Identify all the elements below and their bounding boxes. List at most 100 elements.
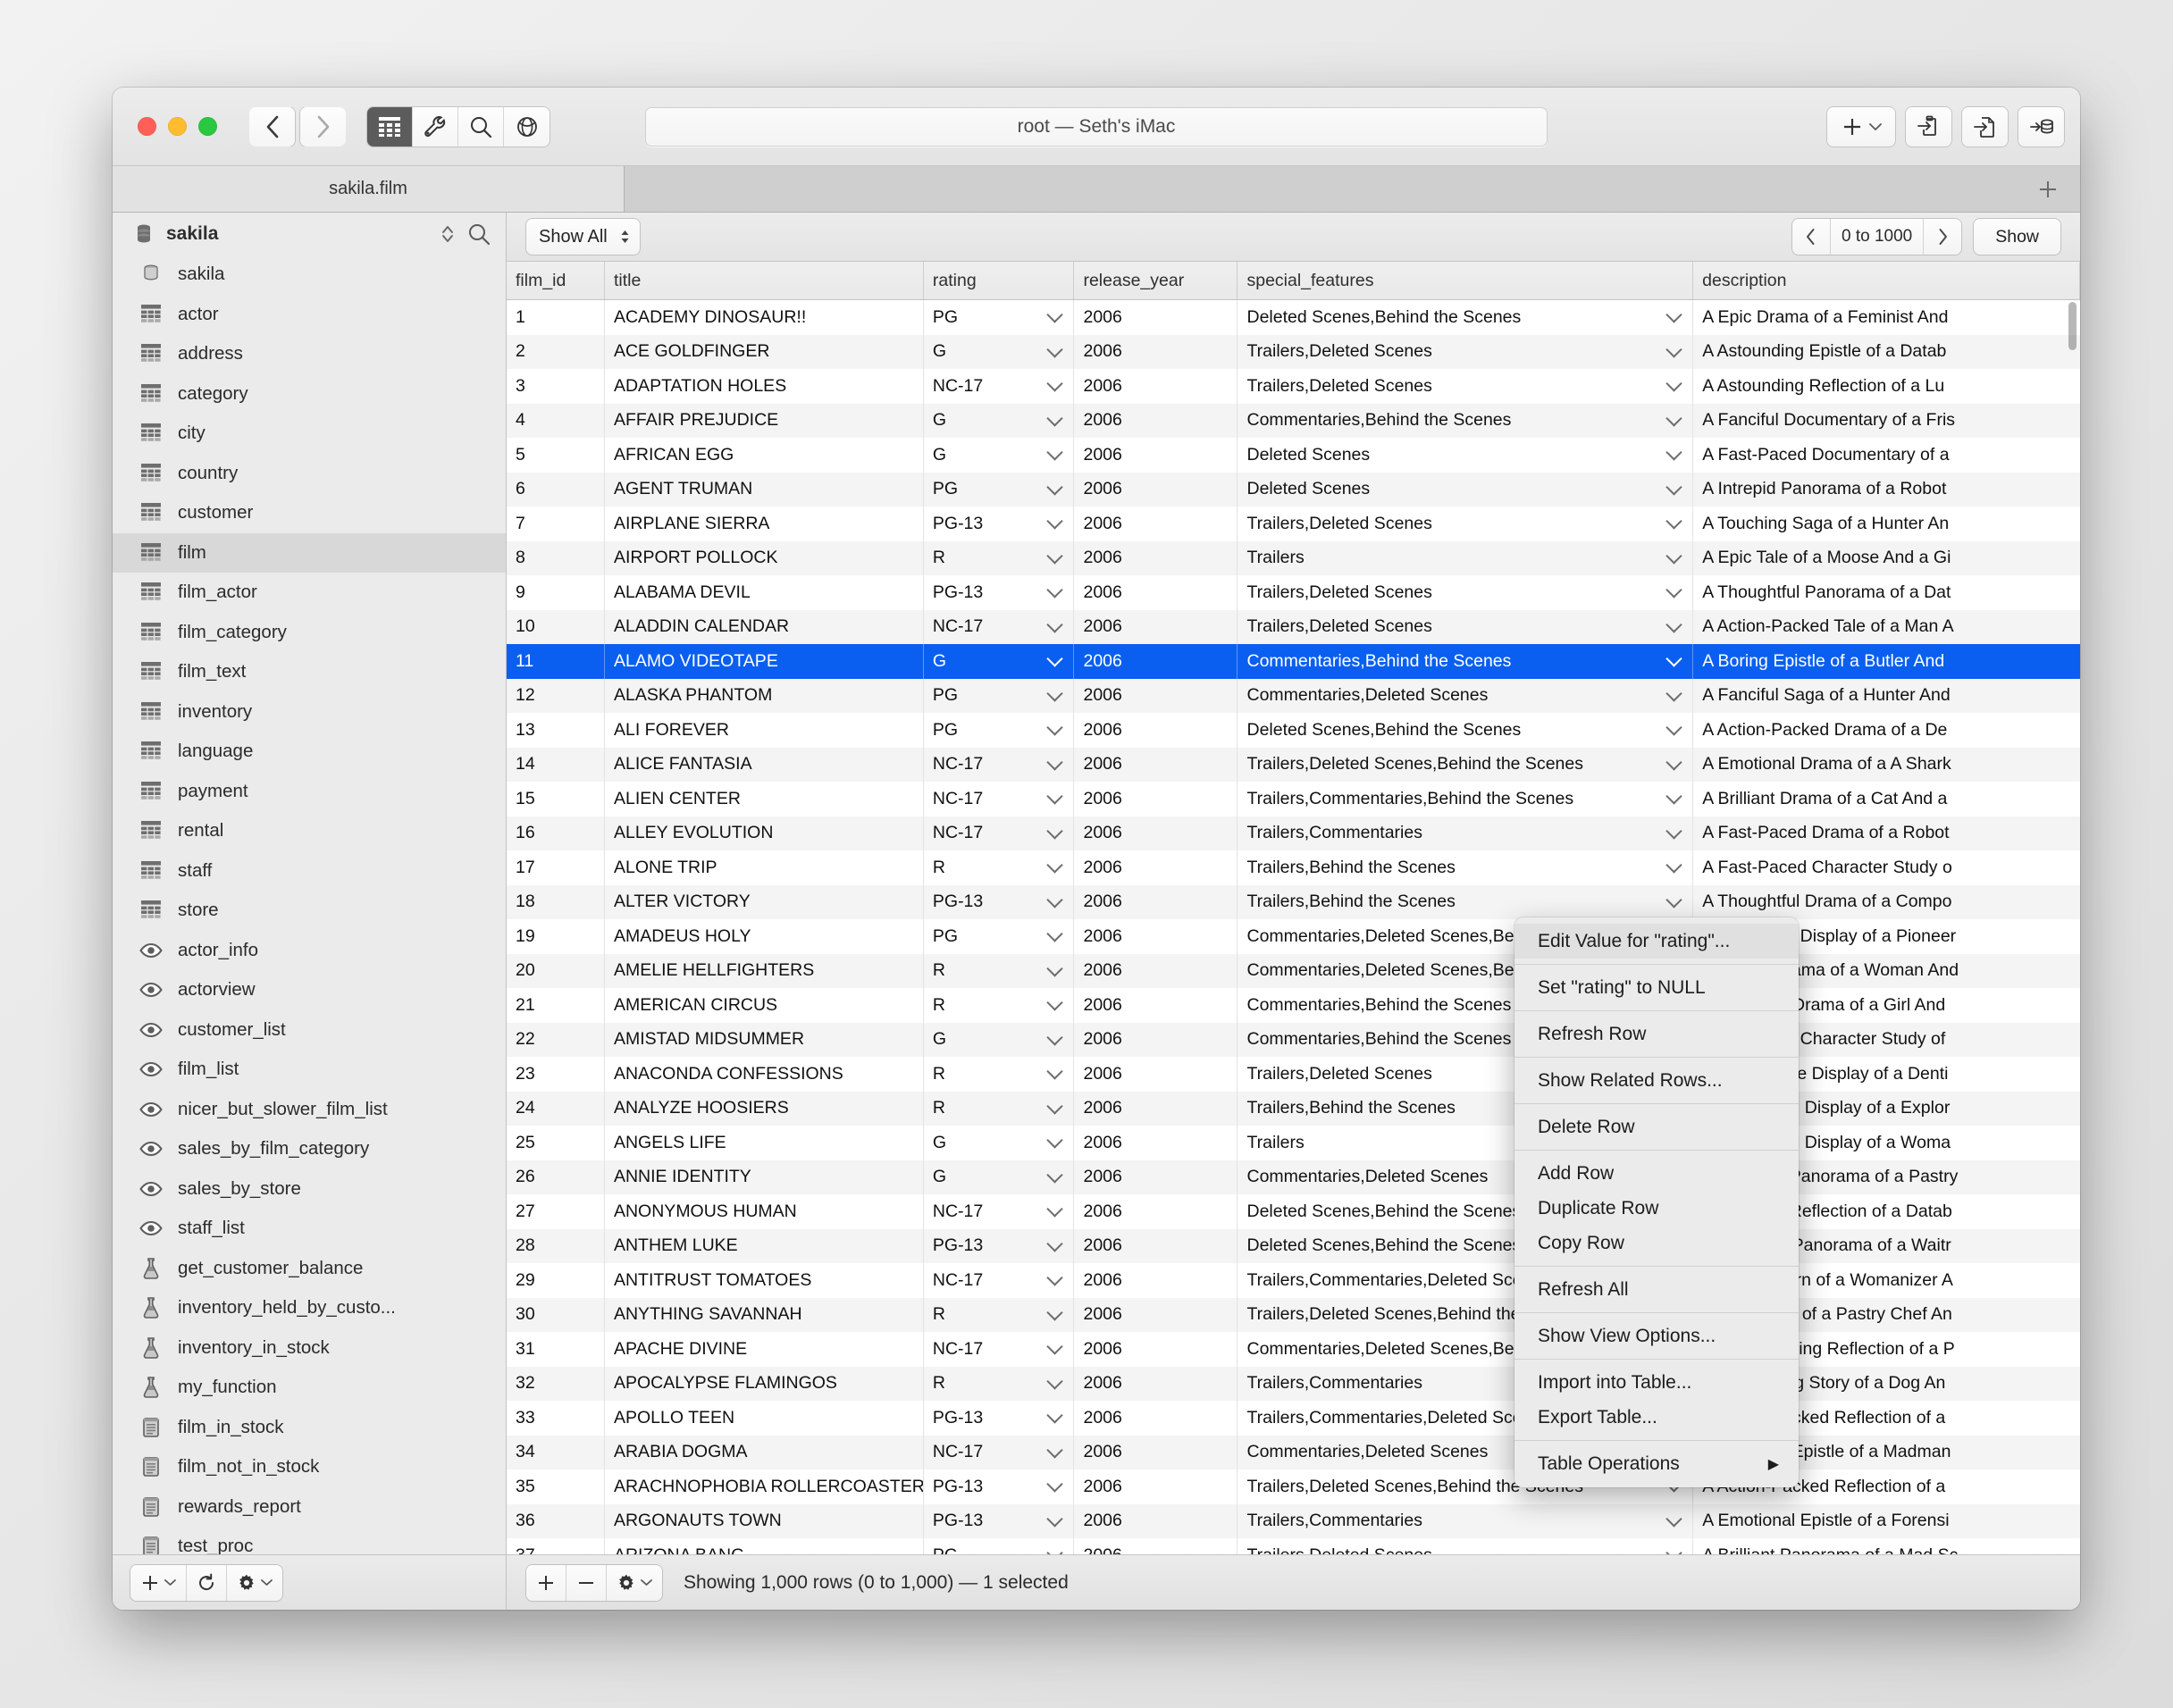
cell-film_id[interactable]: 35 — [507, 1469, 605, 1504]
cell-film_id[interactable]: 20 — [507, 953, 605, 988]
cell-description[interactable]: A Brilliant Drama of a Cat And a — [1693, 782, 2080, 816]
cell-film_id[interactable]: 26 — [507, 1160, 605, 1194]
cell-rating[interactable]: PG — [924, 472, 1075, 507]
menu-item-refresh-all[interactable]: Refresh All — [1514, 1272, 1799, 1307]
cell-film_id[interactable]: 31 — [507, 1332, 605, 1367]
search-icon[interactable] — [466, 222, 491, 247]
cell-rating[interactable]: G — [924, 1022, 1075, 1057]
menu-item-duplicate-row[interactable]: Duplicate Row — [1514, 1191, 1799, 1226]
cell-film_id[interactable]: 22 — [507, 1022, 605, 1057]
cell-rating[interactable]: R — [924, 1366, 1075, 1401]
menu-item-show-view-options[interactable]: Show View Options... — [1514, 1319, 1799, 1353]
table-row[interactable]: 5 AFRICAN EGG G 2006 Deleted Scenes A Fast-Pa… — [507, 438, 2080, 473]
cell-special_features[interactable]: Trailers,Deleted Scenes — [1238, 507, 1694, 541]
grid-body[interactable]: 1 ACADEMY DINOSAUR!! PG 2006 Deleted Scenes,… — [507, 300, 2080, 1554]
cell-description[interactable]: A Epic Drama of a Feminist And — [1693, 300, 2080, 335]
menu-item-table-operations[interactable]: Table Operations ▶ — [1514, 1446, 1799, 1481]
table-row[interactable]: 29 ANTITRUST TOMATOES NC-17 2006 Trailers,Co… — [507, 1263, 2080, 1298]
sidebar-item-actor_info[interactable]: actor_info — [113, 931, 506, 971]
cell-title[interactable]: ALICE FANTASIA — [605, 747, 924, 782]
sidebar-item-test_proc[interactable]: test_proc — [113, 1527, 506, 1554]
cell-film_id[interactable]: 8 — [507, 540, 605, 575]
cell-rating[interactable]: PG-13 — [924, 575, 1075, 610]
sidebar-item-inventory_in_stock[interactable]: inventory_in_stock — [113, 1328, 506, 1369]
cell-title[interactable]: APACHE DIVINE — [605, 1332, 924, 1367]
refresh-objects-button[interactable] — [187, 1564, 227, 1601]
cell-rating[interactable]: PG-13 — [924, 1503, 1075, 1538]
cell-rating[interactable]: R — [924, 540, 1075, 575]
cell-description[interactable]: A Astounding Epistle of a Datab — [1693, 335, 2080, 370]
cell-description[interactable]: A Fast-Paced Documentary of a — [1693, 438, 2080, 473]
sidebar-item-nicer_but_slower_film_list[interactable]: nicer_but_slower_film_list — [113, 1090, 506, 1130]
column-header-rating[interactable]: rating — [924, 262, 1075, 299]
cell-description[interactable]: A Fast-Paced Character Study o — [1693, 850, 2080, 885]
cell-release_year[interactable]: 2006 — [1074, 816, 1238, 850]
cell-release_year[interactable]: 2006 — [1074, 919, 1238, 954]
structure-view-button[interactable] — [413, 106, 458, 147]
cell-release_year[interactable]: 2006 — [1074, 472, 1238, 507]
cell-description[interactable]: A Astounding Reflection of a Lu — [1693, 369, 2080, 404]
cell-release_year[interactable]: 2006 — [1074, 1022, 1238, 1057]
cell-title[interactable]: AMERICAN CIRCUS — [605, 988, 924, 1023]
sidebar-item-sakila[interactable]: sakila — [113, 255, 506, 295]
cell-title[interactable]: ACADEMY DINOSAUR!! — [605, 300, 924, 335]
sidebar-item-film_category[interactable]: film_category — [113, 613, 506, 653]
cell-release_year[interactable]: 2006 — [1074, 1503, 1238, 1538]
table-row[interactable]: 34 ARABIA DOGMA NC-17 2006 Commentaries,Dele… — [507, 1435, 2080, 1469]
cell-rating[interactable]: NC-17 — [924, 782, 1075, 816]
sidebar-item-rewards_report[interactable]: rewards_report — [113, 1487, 506, 1528]
import-from-clipboard-button[interactable] — [1906, 106, 1951, 147]
cell-special_features[interactable]: Trailers,Commentaries — [1238, 816, 1694, 850]
cell-rating[interactable]: NC-17 — [924, 1332, 1075, 1367]
cell-release_year[interactable]: 2006 — [1074, 782, 1238, 816]
sidebar-item-country[interactable]: country — [113, 454, 506, 494]
cell-title[interactable]: AMADEUS HOLY — [605, 919, 924, 954]
cell-title[interactable]: ALABAMA DEVIL — [605, 575, 924, 610]
column-header-film_id[interactable]: film_id — [507, 262, 605, 299]
table-row[interactable]: 24 ANALYZE HOOSIERS R 2006 Trailers,Behind t… — [507, 1091, 2080, 1126]
table-row[interactable]: 22 AMISTAD MIDSUMMER G 2006 Commentaries,Beh… — [507, 1022, 2080, 1057]
cell-special_features[interactable]: Deleted Scenes — [1238, 438, 1694, 473]
cell-release_year[interactable]: 2006 — [1074, 300, 1238, 335]
sidebar-item-city[interactable]: city — [113, 414, 506, 454]
cell-film_id[interactable]: 36 — [507, 1503, 605, 1538]
sidebar-settings-button[interactable] — [227, 1564, 282, 1601]
cell-rating[interactable]: PG — [924, 1538, 1075, 1554]
cell-release_year[interactable]: 2006 — [1074, 1126, 1238, 1160]
sidebar-item-film_list[interactable]: film_list — [113, 1050, 506, 1090]
cell-rating[interactable]: NC-17 — [924, 369, 1075, 404]
cell-title[interactable]: AFFAIR PREJUDICE — [605, 403, 924, 438]
cell-title[interactable]: ANGELS LIFE — [605, 1126, 924, 1160]
cell-film_id[interactable]: 11 — [507, 644, 605, 679]
cell-description[interactable]: A Intrepid Panorama of a Robot — [1693, 473, 2080, 507]
cell-film_id[interactable]: 5 — [507, 438, 605, 473]
cell-special_features[interactable]: Trailers — [1238, 540, 1694, 575]
table-row[interactable]: 25 ANGELS LIFE G 2006 Trailers A Thoughtful D… — [507, 1126, 2080, 1160]
cell-release_year[interactable]: 2006 — [1074, 1366, 1238, 1401]
cell-film_id[interactable]: 1 — [507, 300, 605, 335]
forward-button[interactable] — [300, 106, 346, 147]
cell-film_id[interactable]: 19 — [507, 919, 605, 954]
cell-title[interactable]: ARIZONA BANG — [605, 1538, 924, 1554]
cell-special_features[interactable]: Trailers,Behind the Scenes — [1238, 884, 1694, 919]
cell-rating[interactable]: R — [924, 988, 1075, 1023]
cell-rating[interactable]: PG-13 — [924, 507, 1075, 541]
table-row[interactable]: 28 ANTHEM LUKE PG-13 2006 Deleted Scenes,Beh… — [507, 1228, 2080, 1263]
sidebar-item-customer[interactable]: customer — [113, 493, 506, 533]
cell-release_year[interactable]: 2006 — [1074, 369, 1238, 404]
menu-item-edit-value-for-rating[interactable]: Edit Value for "rating"... — [1514, 924, 1799, 959]
cell-release_year[interactable]: 2006 — [1074, 1091, 1238, 1126]
cell-release_year[interactable]: 2006 — [1074, 1194, 1238, 1229]
sidebar-item-inventory_held_by_custo-[interactable]: inventory_held_by_custo... — [113, 1288, 506, 1328]
vertical-scrollbar[interactable] — [2065, 300, 2080, 1554]
cell-description[interactable]: A Fanciful Documentary of a Fris — [1693, 404, 2080, 439]
cell-release_year[interactable]: 2006 — [1074, 1332, 1238, 1367]
table-row[interactable]: 21 AMERICAN CIRCUS R 2006 Commentaries,Behin… — [507, 988, 2080, 1023]
sidebar-item-sales_by_film_category[interactable]: sales_by_film_category — [113, 1129, 506, 1169]
cell-rating[interactable]: NC-17 — [924, 1194, 1075, 1229]
table-row[interactable]: 27 ANONYMOUS HUMAN NC-17 2006 Deleted Scenes… — [507, 1194, 2080, 1229]
cell-title[interactable]: ARABIA DOGMA — [605, 1435, 924, 1469]
menu-item-set-rating-to-null[interactable]: Set "rating" to NULL — [1514, 970, 1799, 1005]
cell-title[interactable]: ALADDIN CALENDAR — [605, 609, 924, 644]
cell-title[interactable]: AMELIE HELLFIGHTERS — [605, 953, 924, 988]
